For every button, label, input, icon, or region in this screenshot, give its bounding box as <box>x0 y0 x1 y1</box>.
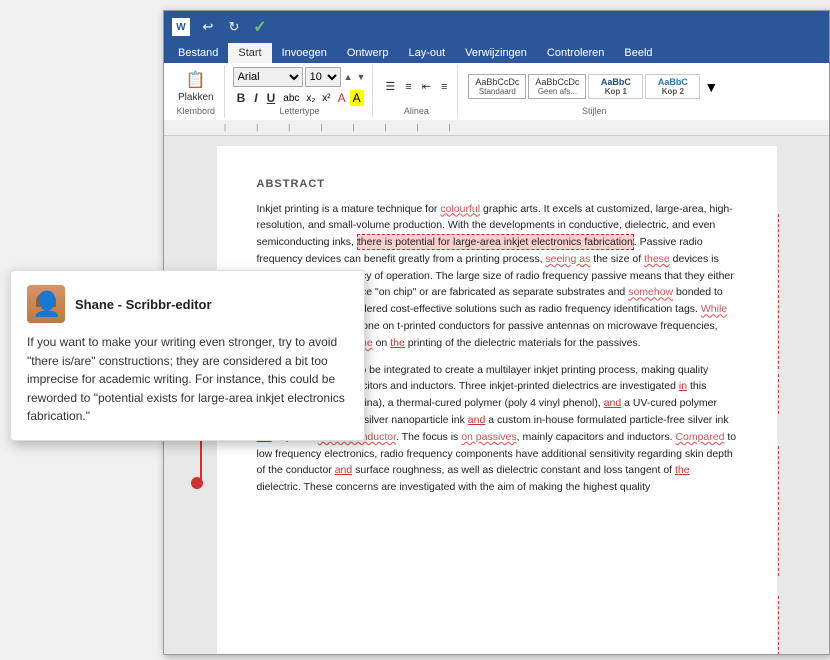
paragraph-group: ☰ ≡ ⇤ ≡ Alinea <box>375 65 458 118</box>
underline-button[interactable]: U <box>263 90 280 106</box>
numbering-button[interactable]: ≡ <box>401 79 415 95</box>
highlight-the1: the <box>390 337 405 349</box>
styles-label: Stijlen <box>582 106 607 116</box>
subscript-button[interactable]: x₂ <box>303 92 318 105</box>
word-icon: W <box>172 18 190 36</box>
highlight-and2: and <box>604 397 622 409</box>
highlight-seeing-as: seeing as <box>545 253 590 265</box>
font-label: Lettertype <box>279 106 319 116</box>
font-name-select[interactable]: Arial <box>233 67 303 87</box>
style-heading1[interactable]: AaBbC Kop 1 <box>588 74 643 99</box>
avatar <box>27 285 65 323</box>
comment-indicator-3 <box>778 446 779 576</box>
tab-verwijzingen[interactable]: Verwijzingen <box>455 43 537 63</box>
paragraph-label: Alinea <box>404 106 429 116</box>
redo-button[interactable]: ↻ <box>224 19 244 35</box>
bullets-button[interactable]: ☰ <box>381 78 399 95</box>
title-bar: W ↩ ↻ ✓ <box>164 11 829 43</box>
tab-bestand[interactable]: Bestand <box>168 43 228 63</box>
comment-author: Shane - Scribbr-editor <box>75 297 212 312</box>
highlight-these: these <box>644 253 670 265</box>
red-dot-connector <box>191 477 203 489</box>
tab-start[interactable]: Start <box>228 43 271 63</box>
superscript-button[interactable]: x² <box>319 92 333 105</box>
tab-beeld[interactable]: Beeld <box>614 43 662 63</box>
ribbon-body: 📋 Plakken Klembord Arial 10 ▲ ▼ <box>164 63 829 120</box>
style-standard[interactable]: AaBbCcDc Standaard <box>468 74 526 99</box>
styles-more-button[interactable]: ▼ <box>702 77 720 97</box>
tab-layout[interactable]: Lay-out <box>398 43 455 63</box>
ribbon-tabs: Bestand Start Invoegen Ontwerp Lay-out V… <box>164 43 829 63</box>
highlight-in: in <box>679 380 687 392</box>
title-bar-controls: ↩ ↻ ✓ <box>198 17 270 37</box>
highlight-compared: Compared <box>675 431 724 443</box>
strikethrough-button[interactable]: abc <box>280 92 302 105</box>
ruler: | | | | | | | | <box>164 120 829 136</box>
indent-button[interactable]: ⇤ <box>418 78 435 95</box>
font-color-button[interactable]: A <box>335 90 349 106</box>
bold-button[interactable]: B <box>233 90 250 106</box>
highlight-colourful: colourful <box>440 203 480 215</box>
save-button[interactable]: ✓ <box>250 17 270 37</box>
comment-indicator-1 <box>778 214 779 369</box>
font-size-select[interactable]: 10 <box>305 67 341 87</box>
undo-button[interactable]: ↩ <box>198 19 218 35</box>
tab-invoegen[interactable]: Invoegen <box>272 43 337 63</box>
comment-indicator-2 <box>778 374 779 414</box>
clipboard-label: Klembord <box>177 106 216 116</box>
comment-header: Shane - Scribbr-editor <box>27 285 348 323</box>
align-button[interactable]: ≡ <box>437 79 451 95</box>
comment-popup: Shane - Scribbr-editor If you want to ma… <box>10 270 365 441</box>
font-size-up[interactable]: ▲ <box>343 72 354 82</box>
plakken-button[interactable]: 📋 Plakken <box>174 68 218 105</box>
highlight-main: there is potential for large-area inkjet… <box>357 234 634 250</box>
font-group: Arial 10 ▲ ▼ B I U abc x₂ x² A A <box>227 65 374 118</box>
style-heading2[interactable]: AaBbC Kop 2 <box>645 74 700 99</box>
font-size-down[interactable]: ▼ <box>356 72 367 82</box>
highlight-button[interactable]: A <box>350 90 364 106</box>
highlight-on-passives: on passives <box>461 431 516 443</box>
italic-button[interactable]: I <box>250 90 261 106</box>
comment-indicator-4 <box>778 596 779 654</box>
styles-group: AaBbCcDc Standaard AaBbCcDc Geen afs... … <box>460 65 728 118</box>
highlight-somehow: somehow <box>628 286 673 298</box>
tab-ontwerp[interactable]: Ontwerp <box>337 43 399 63</box>
highlight-and4: and <box>335 464 353 476</box>
avatar-face <box>27 285 65 323</box>
highlight-and3: and <box>468 414 486 426</box>
comment-text: If you want to make your writing even st… <box>27 333 348 426</box>
clipboard-group: 📋 Plakken Klembord <box>168 65 225 118</box>
style-geen[interactable]: AaBbCcDc Geen afs... <box>528 74 586 99</box>
tab-controleren[interactable]: Controleren <box>537 43 614 63</box>
highlight-the2: the <box>675 464 690 476</box>
abstract-title: ABSTRACT <box>257 176 737 193</box>
styles-panel: AaBbCcDc Standaard AaBbCcDc Geen afs... … <box>466 72 722 101</box>
